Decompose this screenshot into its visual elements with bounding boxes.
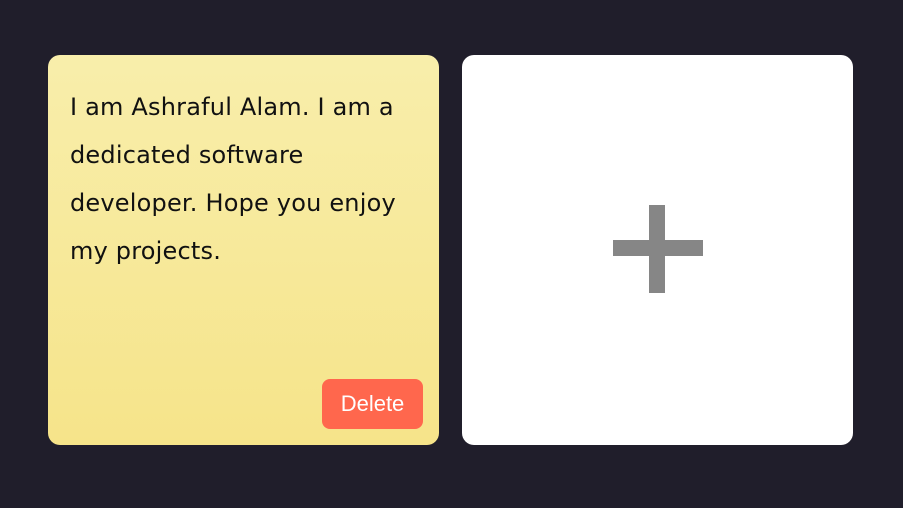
note-text[interactable]: I am Ashraful Alam. I am a dedicated sof…: [70, 83, 420, 275]
delete-button[interactable]: Delete: [322, 379, 423, 429]
sticky-note[interactable]: I am Ashraful Alam. I am a dedicated sof…: [48, 55, 439, 445]
add-note-button[interactable]: [462, 55, 853, 445]
plus-icon: [613, 205, 703, 293]
notes-board: I am Ashraful Alam. I am a dedicated sof…: [0, 0, 903, 508]
